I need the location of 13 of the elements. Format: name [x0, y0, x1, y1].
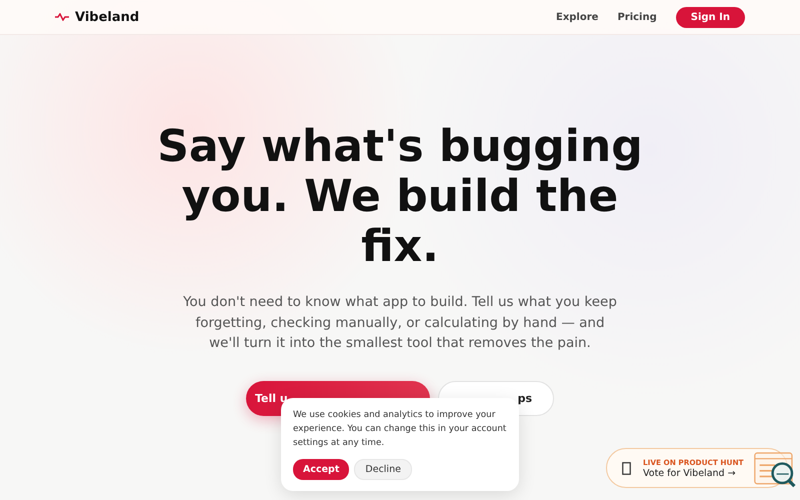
brand-name: Vibeland	[75, 10, 140, 24]
headline: Say what's bugging you. We build the fix.	[156, 122, 644, 272]
nav-link[interactable]: Explore	[556, 12, 598, 22]
subtitle: You don't need to know what app to build. Tell us what you keep forgetting, checking manually, or calculating by hand — and we'll turn it into the smallest tool that removes the pain.	[182, 293, 618, 353]
cookie-message: We use cookies and analytics to improve your experience. You can change this in your account settings at any time.	[293, 409, 507, 450]
browser-search-icon[interactable]	[754, 452, 796, 488]
box-icon	[622, 462, 631, 474]
vote-link[interactable]: Vote for Vibeland →	[643, 468, 744, 478]
accept-button[interactable]: Accept	[293, 459, 350, 480]
decline-button[interactable]: Decline	[354, 459, 412, 480]
sign-in-button[interactable]: Sign In	[676, 6, 745, 28]
logo-icon	[55, 13, 69, 21]
nav-link[interactable]: Pricing	[617, 12, 657, 22]
